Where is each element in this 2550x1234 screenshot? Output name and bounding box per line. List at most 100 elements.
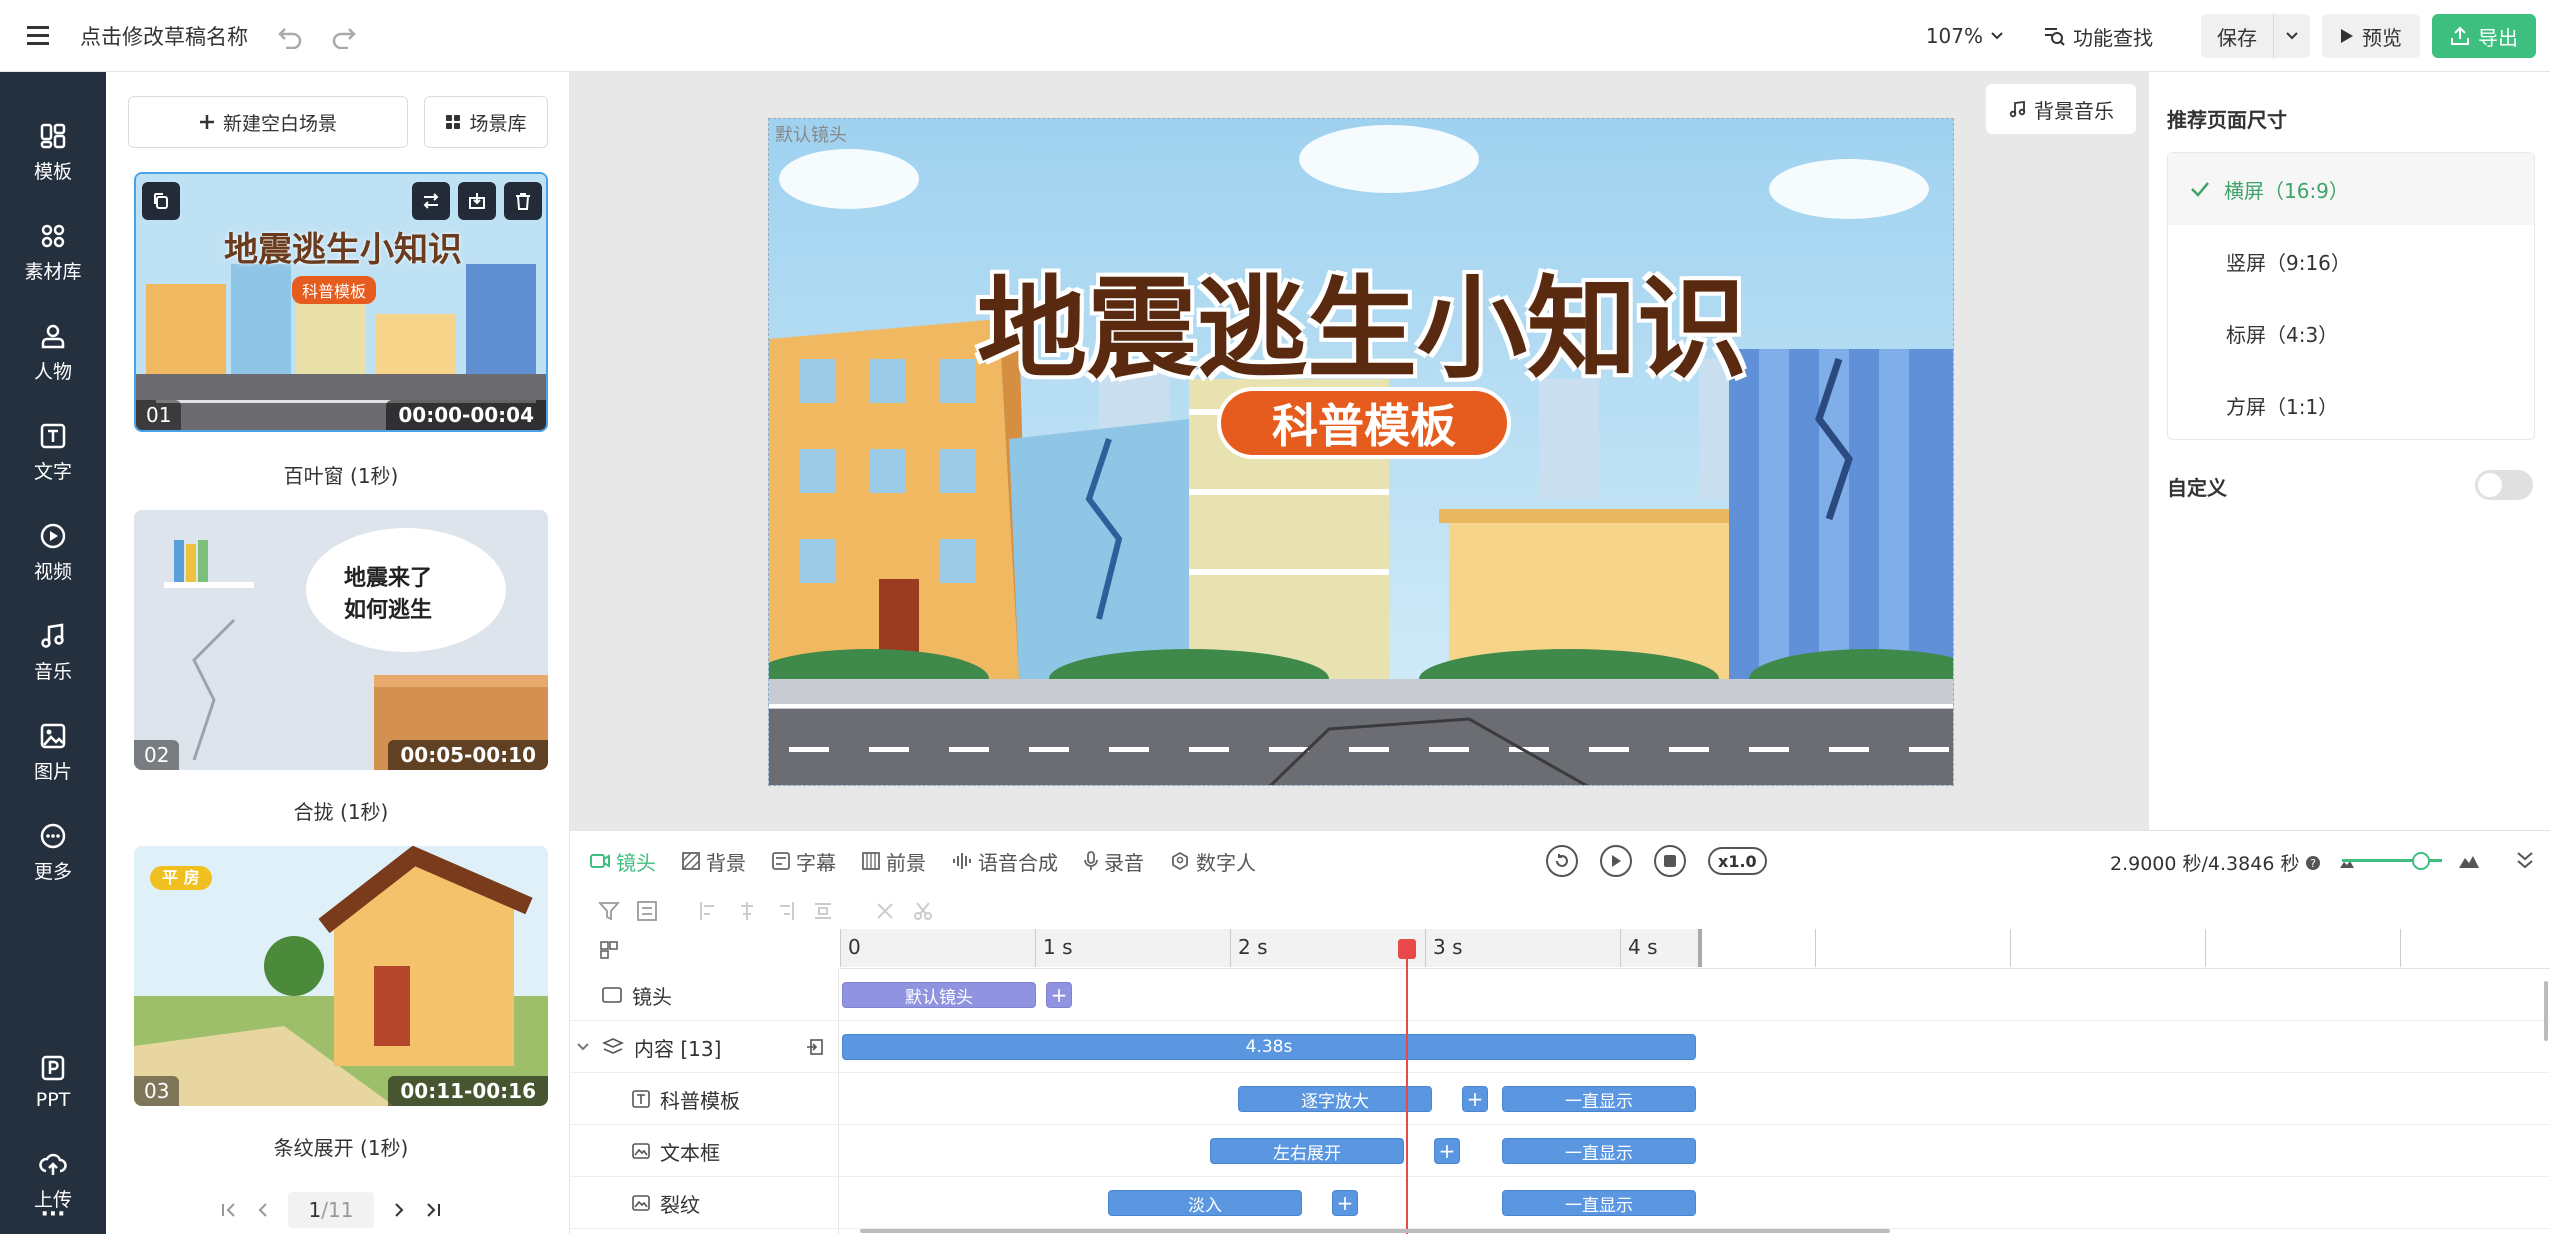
add-clip-button[interactable]: +: [1332, 1190, 1358, 1216]
stage-headline[interactable]: 地震逃生小知识: [769, 239, 1953, 399]
tab-foreground[interactable]: 前景: [862, 847, 926, 876]
timeline-vertical-scrollbar[interactable]: [2544, 981, 2548, 1041]
sidebar-item-more[interactable]: 更多: [0, 804, 106, 900]
sidebar-item-label: 视频: [33, 560, 72, 583]
next-page-icon[interactable]: [390, 1201, 408, 1219]
sidebar-item-person[interactable]: 人物: [0, 304, 106, 400]
sidebar-item-music[interactable]: 音乐: [0, 604, 106, 700]
track-row-item: 裂纹 淡入 + 一直显示: [570, 1177, 2550, 1229]
add-clip-button[interactable]: +: [1434, 1138, 1460, 1164]
group-icon[interactable]: [636, 900, 658, 922]
sidebar-more-ellipsis[interactable]: ···: [0, 1202, 106, 1227]
save-button[interactable]: 保存: [2201, 14, 2274, 58]
play-icon: [2341, 29, 2353, 43]
background-music-button[interactable]: 背景音乐: [1986, 84, 2136, 134]
timeline-clip[interactable]: 一直显示: [1502, 1138, 1696, 1164]
align-right-icon[interactable]: [774, 900, 796, 922]
play-button[interactable]: [1600, 845, 1632, 877]
upload-icon: [2451, 26, 2469, 45]
save-dropdown[interactable]: [2274, 14, 2310, 58]
scene-stage[interactable]: 默认镜头 地震逃生小知识 科普模板: [768, 118, 1954, 786]
speed-button[interactable]: x1.0: [1708, 847, 1767, 875]
page-input[interactable]: 1/11: [288, 1192, 374, 1228]
timeline-clip[interactable]: 淡入: [1108, 1190, 1302, 1216]
time-ruler[interactable]: 0 1 s 2 s 3 s 4 s: [840, 929, 2550, 969]
ppt-icon: [41, 1055, 65, 1081]
scene-transition-label[interactable]: 百叶窗 (1秒): [134, 460, 548, 489]
last-page-icon[interactable]: [424, 1201, 442, 1219]
sidebar-item-image[interactable]: 图片: [0, 704, 106, 800]
scene-card-2[interactable]: 地震来了 如何逃生 02 00:05-00:10: [134, 510, 548, 770]
tab-digital-human[interactable]: 数字人: [1170, 847, 1256, 876]
sidebar-item-label: 文字: [33, 460, 72, 483]
size-option-4-3[interactable]: 标屏（4:3）: [2168, 297, 2534, 369]
zoom-in-icon[interactable]: [2458, 853, 2480, 869]
delete-icon[interactable]: [504, 182, 542, 220]
sidebar-item-video[interactable]: 视频: [0, 504, 106, 600]
timeline-clip[interactable]: 一直显示: [1502, 1086, 1696, 1112]
scissors-icon[interactable]: [912, 900, 934, 922]
help-icon[interactable]: ?: [2305, 855, 2321, 871]
replay-button[interactable]: [1546, 845, 1578, 877]
chevron-down-icon[interactable]: [576, 1042, 590, 1052]
timeline-scrollbar[interactable]: [860, 1229, 1890, 1233]
timeline-clip[interactable]: 左右展开: [1210, 1138, 1404, 1164]
collapse-group-icon[interactable]: [806, 1038, 824, 1056]
custom-size-toggle[interactable]: [2475, 470, 2533, 500]
stop-icon: [1664, 855, 1676, 867]
sidebar-item-ppt[interactable]: PPT: [0, 1034, 106, 1130]
insert-icon[interactable]: [458, 182, 496, 220]
align-center-icon[interactable]: [736, 900, 758, 922]
size-option-9-16[interactable]: 竖屏（9:16）: [2168, 225, 2534, 297]
scene-card-1[interactable]: 地震逃生小知识 科普模板 01 00:00-00:04: [134, 172, 548, 432]
collapse-icon[interactable]: [2514, 849, 2536, 871]
playhead[interactable]: [1398, 939, 1416, 1234]
zoom-dropdown[interactable]: 107%: [1926, 24, 2003, 48]
undo-icon[interactable]: [268, 14, 312, 58]
size-option-1-1[interactable]: 方屏（1:1）: [2168, 369, 2534, 441]
tab-subtitle[interactable]: 字幕: [772, 847, 836, 876]
first-page-icon[interactable]: [220, 1201, 238, 1219]
filter-icon[interactable]: [598, 900, 620, 922]
ruler-tick: 3 s: [1433, 935, 1463, 959]
timeline-clip[interactable]: 默认镜头: [842, 982, 1036, 1008]
copy-icon[interactable]: [142, 182, 180, 220]
layout-icon[interactable]: [600, 941, 618, 959]
scene-time-range: 00:11-00:16: [388, 1076, 548, 1106]
timeline-zoom-slider[interactable]: [2342, 852, 2442, 870]
video-icon: [40, 523, 66, 548]
scene-card-3[interactable]: 平 房 03 00:11-00:16: [134, 846, 548, 1106]
sidebar-item-materials[interactable]: 素材库: [0, 204, 106, 300]
export-button[interactable]: 导出: [2432, 14, 2536, 58]
scene-transition-label[interactable]: 条纹展开 (1秒): [134, 1132, 548, 1161]
tab-record[interactable]: 录音: [1084, 847, 1144, 876]
template-icon: [40, 123, 66, 148]
sidebar-item-template[interactable]: 模板: [0, 104, 106, 200]
size-option-16-9[interactable]: 横屏（16:9）: [2168, 153, 2534, 225]
scene-transition-label[interactable]: 合拢 (1秒): [134, 796, 548, 825]
preview-button[interactable]: 预览: [2322, 14, 2420, 58]
redo-icon[interactable]: [322, 14, 366, 58]
menu-icon[interactable]: [0, 0, 80, 72]
timeline-clip[interactable]: 逐字放大: [1238, 1086, 1432, 1112]
new-scene-button[interactable]: 新建空白场景: [128, 96, 408, 148]
scene-library-button[interactable]: 场景库: [424, 96, 548, 148]
feature-search-button[interactable]: 功能查找: [2043, 22, 2153, 51]
tab-tts[interactable]: 语音合成: [952, 847, 1058, 876]
stage-badge[interactable]: 科普模板: [1217, 387, 1511, 459]
tab-shot[interactable]: 镜头: [590, 847, 656, 876]
sidebar-item-text[interactable]: 文字: [0, 404, 106, 500]
add-clip-button[interactable]: +: [1462, 1086, 1488, 1112]
add-clip-button[interactable]: +: [1046, 982, 1072, 1008]
tab-background[interactable]: 背景: [682, 847, 746, 876]
split-icon[interactable]: [874, 900, 896, 922]
timeline-clip[interactable]: 一直显示: [1502, 1190, 1696, 1216]
track-label: 内容 [13]: [602, 1021, 721, 1073]
stop-button[interactable]: [1654, 845, 1686, 877]
swap-icon[interactable]: [412, 182, 450, 220]
timeline-clip[interactable]: 4.38s: [842, 1034, 1696, 1060]
align-left-icon[interactable]: [698, 900, 720, 922]
prev-page-icon[interactable]: [254, 1201, 272, 1219]
distribute-icon[interactable]: [812, 900, 834, 922]
draft-title[interactable]: 点击修改草稿名称: [80, 21, 248, 51]
